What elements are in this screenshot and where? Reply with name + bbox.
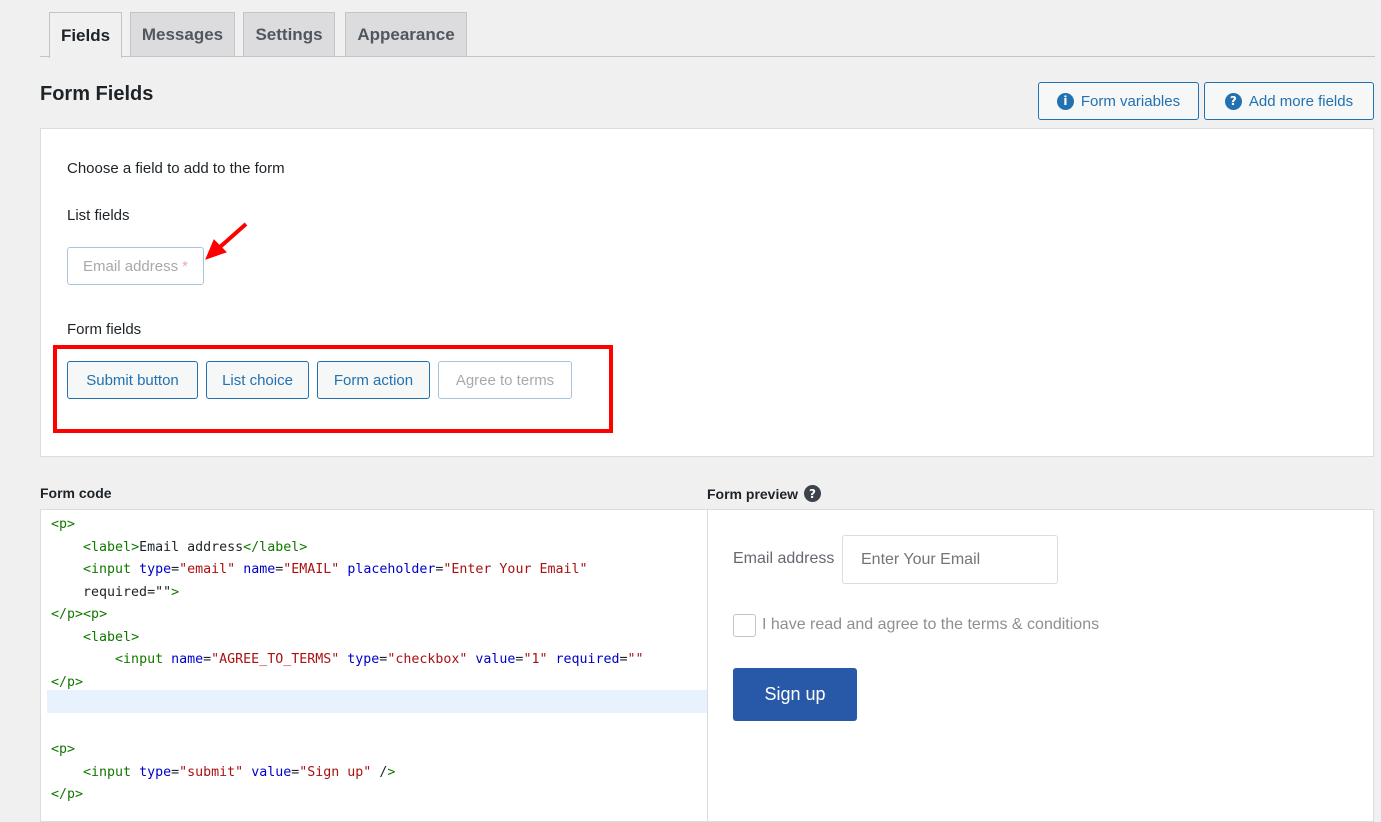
arrow-email-field	[205, 222, 248, 260]
preview-terms-checkbox[interactable]	[733, 614, 756, 637]
preview-signup-button[interactable]: Sign up	[733, 668, 857, 721]
form-preview-heading: Form preview ?	[707, 485, 822, 502]
active-line-highlight	[47, 690, 707, 713]
form-code-heading: Form code	[40, 485, 112, 501]
code-line: <input type="submit" value="Sign up" />	[83, 764, 396, 780]
preview-email-label: Email address	[733, 550, 835, 567]
form-code-heading-text: Form code	[40, 485, 112, 501]
code-line: <label>	[83, 629, 140, 645]
form-code-editor[interactable]: <p> <label>Email address</label> <input …	[40, 509, 707, 822]
code-line: </p>	[51, 787, 84, 802]
code-line: </p>	[51, 674, 84, 690]
form-preview-heading-text: Form preview	[707, 485, 799, 502]
preview-email-input[interactable]	[842, 535, 1058, 584]
form-preview: Email address I have read and agree to t…	[707, 509, 1374, 822]
help-icon[interactable]: ?	[804, 485, 822, 502]
code-line: </p><p>	[51, 607, 108, 622]
code-line: <p>	[51, 742, 76, 757]
preview-terms-label: I have read and agree to the terms & con…	[762, 616, 1100, 633]
code-line: required="">	[51, 584, 180, 600]
code-line: <input type="email" name="EMAIL" placeho…	[83, 562, 588, 577]
code-line: <label>Email address</label>	[83, 539, 308, 555]
code-line: <input name="AGREE_TO_TERMS" type="check…	[115, 652, 644, 667]
code-line: <p>	[51, 517, 76, 532]
